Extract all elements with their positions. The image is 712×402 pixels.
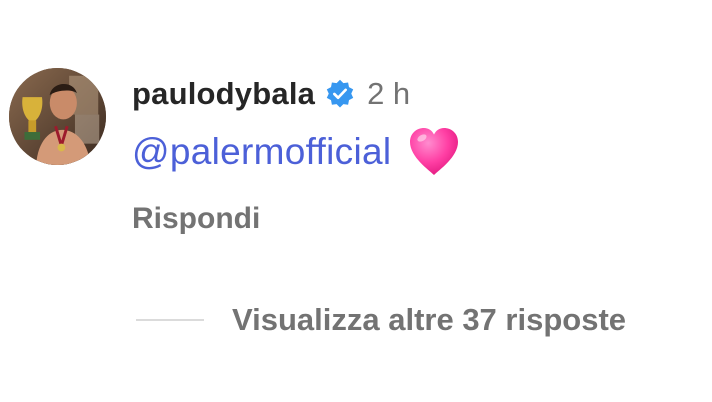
- view-replies-button[interactable]: Visualizza altre 37 risposte: [136, 298, 626, 342]
- reply-button[interactable]: Rispondi: [132, 202, 260, 236]
- username[interactable]: paulodybala: [132, 76, 315, 112]
- replies-divider: [136, 319, 204, 321]
- pink-heart-emoji-icon: [407, 126, 461, 178]
- comment-item: paulodybala 2 h @palermofficial Rispondi…: [0, 0, 712, 402]
- avatar[interactable]: [9, 68, 106, 165]
- comment-body: @palermofficial: [132, 122, 461, 182]
- view-replies-label: Visualizza altre 37 risposte: [232, 302, 627, 337]
- verified-badge-icon: [325, 79, 355, 109]
- comment-header: paulodybala 2 h: [132, 72, 410, 116]
- avatar-photo-icon: [9, 68, 106, 165]
- mention-link[interactable]: @palermofficial: [132, 131, 391, 173]
- timestamp: 2 h: [367, 76, 411, 111]
